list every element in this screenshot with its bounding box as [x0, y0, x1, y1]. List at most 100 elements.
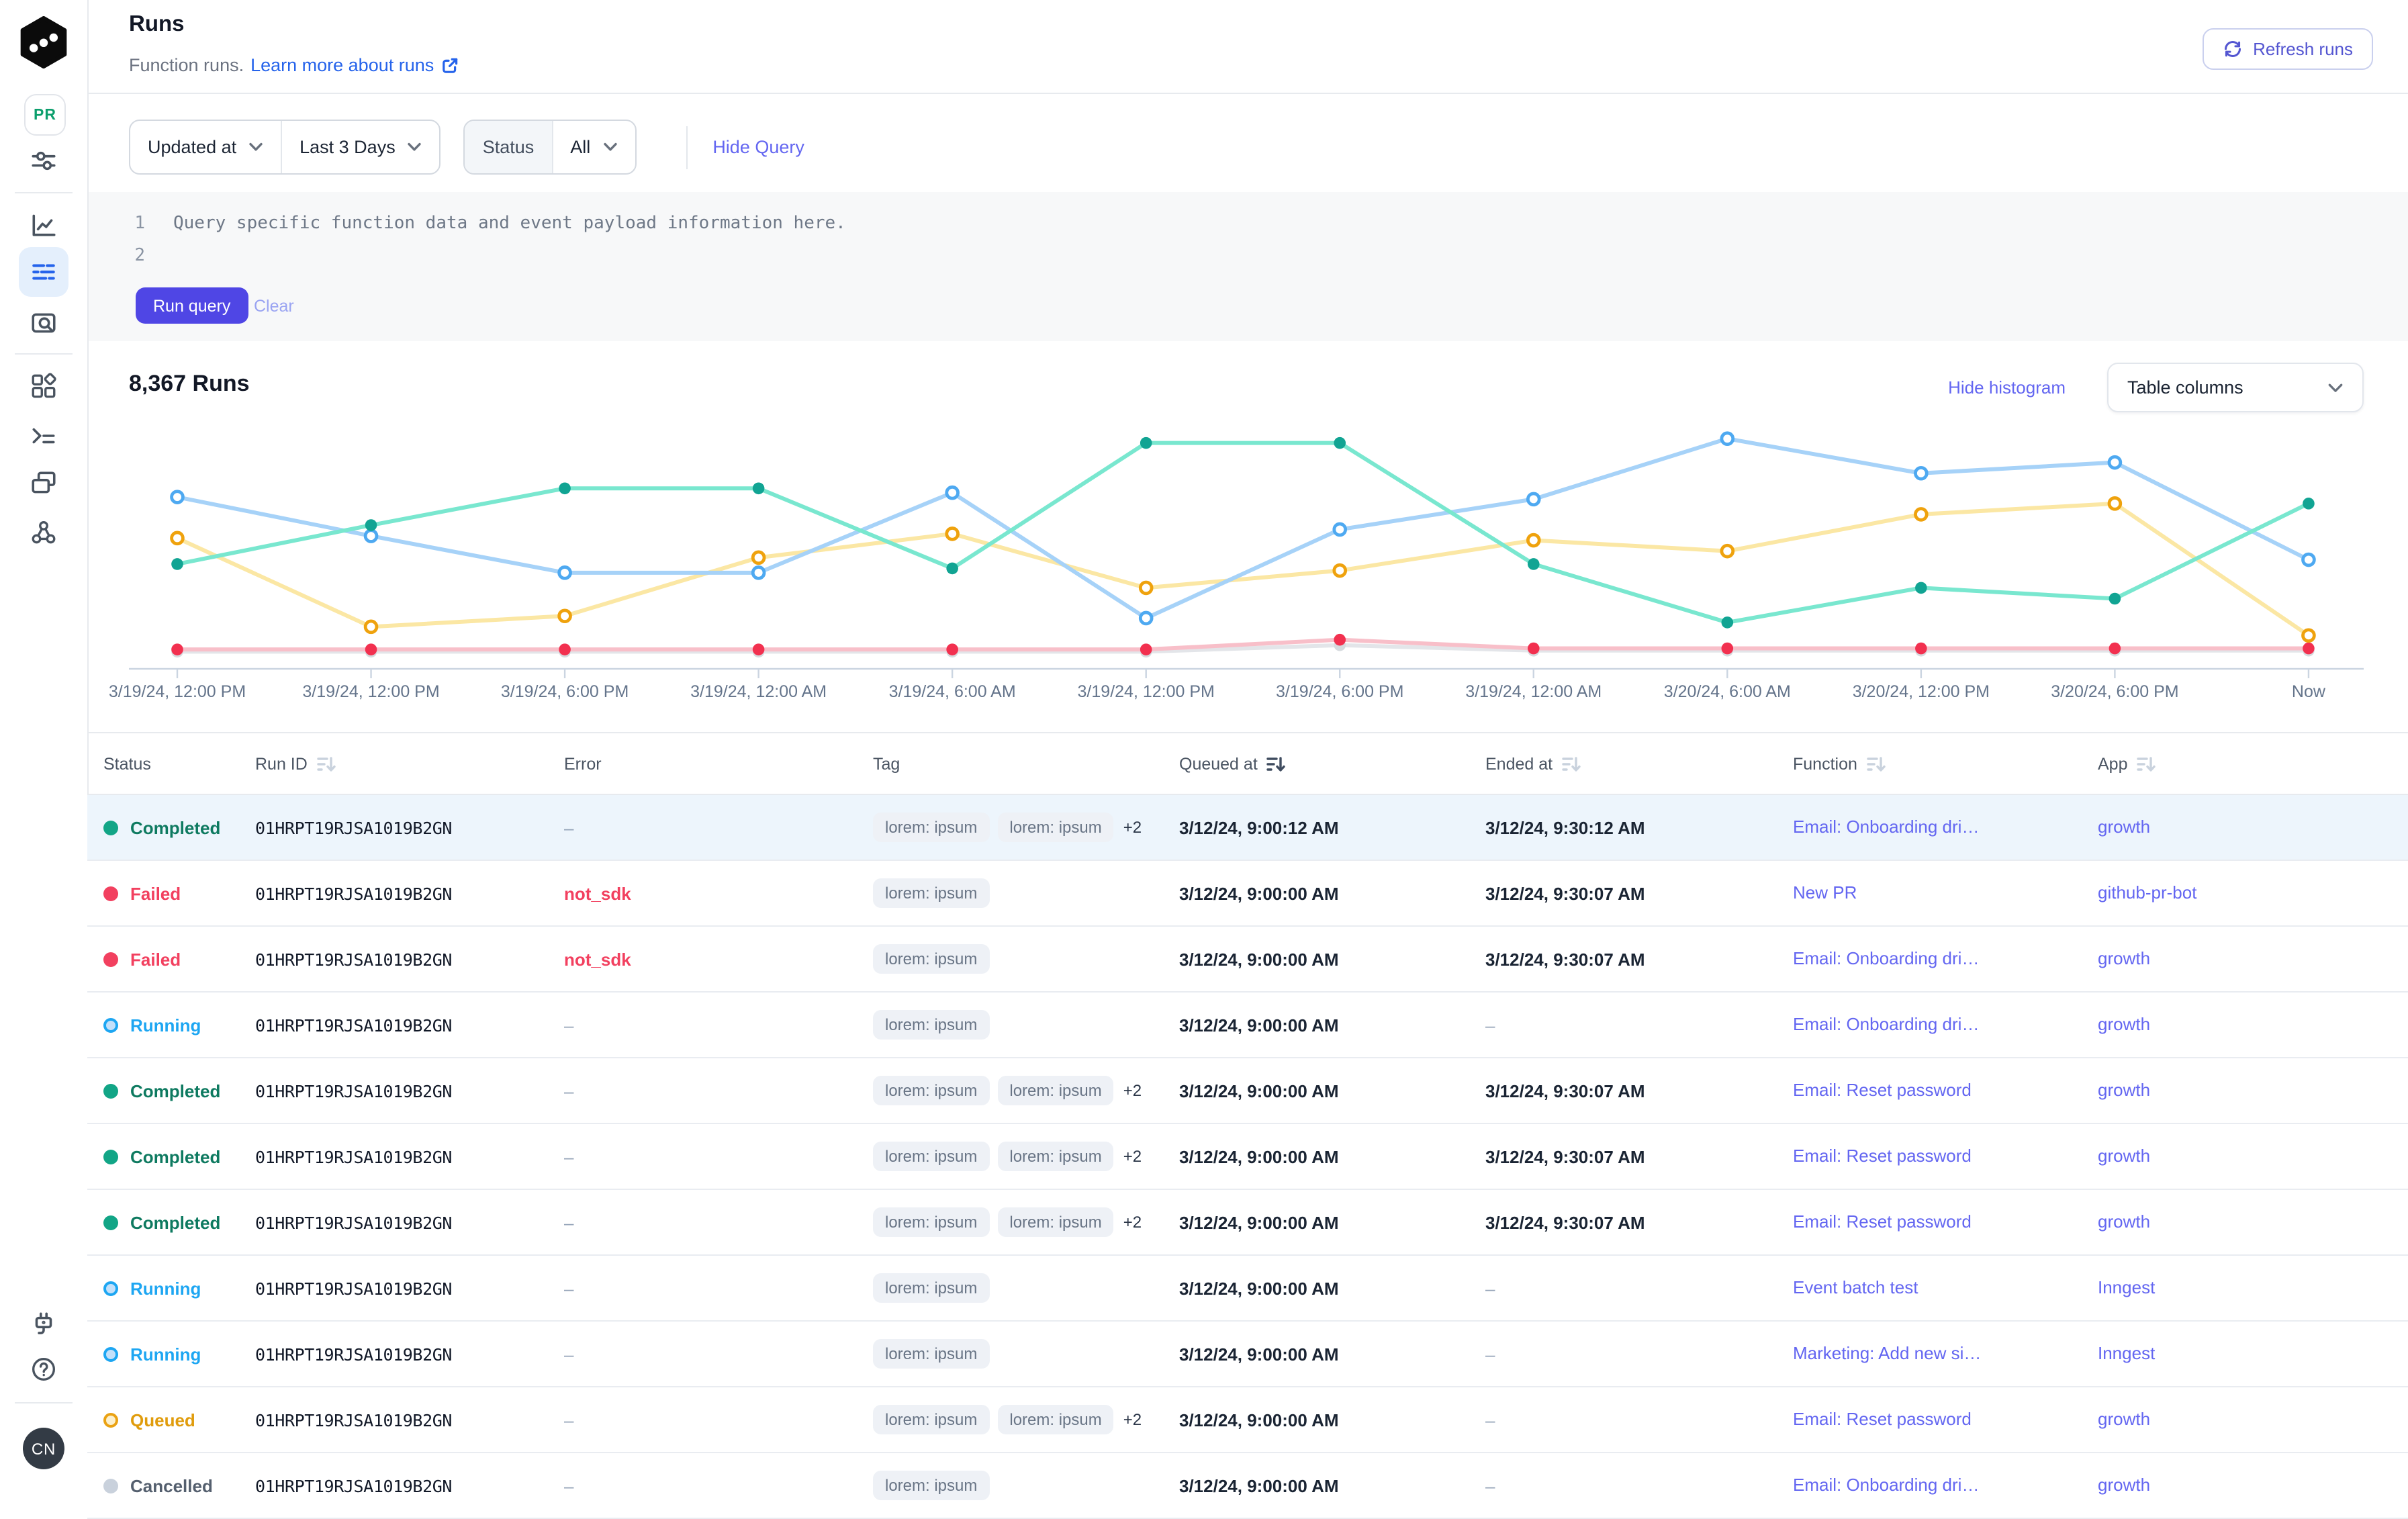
chart-point-running[interactable]	[2303, 554, 2315, 565]
sort-icon[interactable]	[1562, 754, 1581, 773]
function-link[interactable]: New PR	[1793, 882, 1857, 903]
app-link[interactable]: growth	[2098, 1211, 2150, 1232]
app-link[interactable]: growth	[2098, 1409, 2150, 1429]
column-header-queued-at[interactable]: Queued at	[1179, 754, 1485, 773]
function-link[interactable]: Email: Reset password	[1793, 1146, 1972, 1166]
clear-query-button[interactable]: Clear	[254, 287, 294, 324]
chart-point-queued[interactable]	[365, 621, 377, 633]
chart-point-failed[interactable]	[1722, 643, 1734, 655]
table-columns-dropdown[interactable]: Table columns	[2107, 363, 2364, 412]
hide-query-link[interactable]: Hide Query	[712, 137, 804, 157]
app-link[interactable]: growth	[2098, 948, 2150, 968]
chart-point-failed[interactable]	[1334, 634, 1346, 646]
chart-point-failed[interactable]	[1915, 643, 1927, 655]
chart-point-failed[interactable]	[2109, 643, 2121, 655]
hide-histogram-link[interactable]: Hide histogram	[1948, 377, 2066, 398]
query-editor[interactable]: 1 Query specific function data and event…	[89, 192, 2408, 341]
chart-point-queued[interactable]	[1915, 509, 1927, 520]
user-avatar[interactable]: CN	[23, 1428, 64, 1469]
learn-more-link[interactable]: Learn more about runs	[250, 55, 459, 75]
function-link[interactable]: Email: Reset password	[1793, 1409, 1972, 1429]
chart-point-completed[interactable]	[1140, 437, 1152, 449]
function-link[interactable]: Email: Onboarding dri…	[1793, 1475, 1979, 1495]
chart-point-completed[interactable]	[559, 482, 571, 494]
function-link[interactable]: Email: Reset password	[1793, 1211, 1972, 1232]
app-link[interactable]: growth	[2098, 1475, 2150, 1495]
chart-point-running[interactable]	[1140, 612, 1152, 624]
chart-point-queued[interactable]	[172, 533, 183, 544]
chart-point-queued[interactable]	[2109, 498, 2121, 509]
environment-badge[interactable]: PR	[24, 94, 66, 136]
filters-icon[interactable]	[30, 146, 58, 175]
refresh-runs-button[interactable]: Refresh runs	[2202, 28, 2373, 70]
status-filter-dropdown[interactable]: All	[551, 121, 635, 173]
chart-point-completed[interactable]	[946, 563, 958, 575]
app-link[interactable]: github-pr-bot	[2098, 882, 2196, 903]
function-link[interactable]: Email: Onboarding dri…	[1793, 1014, 1979, 1034]
chart-point-running[interactable]	[1528, 494, 1539, 505]
column-header-function[interactable]: Function	[1793, 754, 2098, 773]
table-row[interactable]: Completed 01HRPT19RJSA1019B2GN – lorem: …	[87, 1058, 2408, 1124]
chart-point-completed[interactable]	[2303, 498, 2315, 510]
chart-point-running[interactable]	[559, 567, 571, 578]
chart-point-completed[interactable]	[1915, 582, 1927, 594]
chart-point-queued[interactable]	[1140, 582, 1152, 594]
apps-icon[interactable]	[30, 372, 58, 400]
chart-point-queued[interactable]	[753, 552, 764, 563]
app-link[interactable]: growth	[2098, 1014, 2150, 1034]
chart-point-failed[interactable]	[559, 643, 571, 655]
chart-point-queued[interactable]	[947, 528, 958, 540]
chart-point-running[interactable]	[1915, 467, 1927, 479]
chart-point-failed[interactable]	[1140, 643, 1152, 655]
table-row[interactable]: Running 01HRPT19RJSA1019B2GN – lorem: ip…	[87, 1256, 2408, 1322]
table-row[interactable]: Completed 01HRPT19RJSA1019B2GN – lorem: …	[87, 1190, 2408, 1256]
chart-point-completed[interactable]	[1722, 616, 1734, 629]
sort-field-dropdown[interactable]: Updated at	[130, 121, 281, 173]
function-link[interactable]: Event batch test	[1793, 1277, 1918, 1297]
app-link[interactable]: growth	[2098, 817, 2150, 837]
table-row[interactable]: Failed 01HRPT19RJSA1019B2GN not_sdk lore…	[87, 927, 2408, 993]
chart-point-failed[interactable]	[171, 643, 183, 655]
table-row[interactable]: Queued 01HRPT19RJSA1019B2GN – lorem: ips…	[87, 1387, 2408, 1453]
help-icon[interactable]	[30, 1355, 58, 1383]
function-link[interactable]: Email: Onboarding dri…	[1793, 817, 1979, 837]
chart-point-completed[interactable]	[753, 482, 765, 494]
table-row[interactable]: Running 01HRPT19RJSA1019B2GN – lorem: ip…	[87, 1322, 2408, 1387]
chart-point-running[interactable]	[172, 492, 183, 503]
app-link[interactable]: growth	[2098, 1146, 2150, 1166]
run-query-button[interactable]: Run query	[136, 287, 248, 324]
chart-point-queued[interactable]	[1722, 545, 1733, 557]
chart-point-completed[interactable]	[2109, 593, 2121, 605]
chart-point-queued[interactable]	[2303, 630, 2315, 641]
chart-point-failed[interactable]	[365, 643, 377, 655]
chart-point-failed[interactable]	[946, 643, 958, 655]
sort-icon[interactable]	[317, 754, 336, 773]
table-row[interactable]: Failed 01HRPT19RJSA1019B2GN not_sdk lore…	[87, 861, 2408, 927]
table-row[interactable]: Cancelled 01HRPT19RJSA1019B2GN – lorem: …	[87, 1453, 2408, 1519]
column-header-run-id[interactable]: Run ID	[255, 754, 564, 773]
chart-point-completed[interactable]	[1334, 437, 1346, 449]
chart-point-queued[interactable]	[1528, 535, 1539, 546]
chart-point-running[interactable]	[947, 487, 958, 498]
table-row[interactable]: Completed 01HRPT19RJSA1019B2GN – lorem: …	[87, 1124, 2408, 1190]
table-row[interactable]: Running 01HRPT19RJSA1019B2GN – lorem: ip…	[87, 993, 2408, 1058]
chart-point-running[interactable]	[1722, 433, 1733, 445]
app-link[interactable]: Inngest	[2098, 1277, 2155, 1297]
chart-point-failed[interactable]	[2303, 643, 2315, 655]
chart-point-completed[interactable]	[1528, 558, 1540, 570]
sort-icon[interactable]	[1867, 754, 1886, 773]
chart-point-running[interactable]	[1334, 524, 1346, 535]
time-range-dropdown[interactable]: Last 3 Days	[281, 121, 440, 173]
chart-point-completed[interactable]	[365, 519, 377, 531]
function-link[interactable]: Marketing: Add new si…	[1793, 1343, 1981, 1363]
inngest-logo-icon[interactable]	[17, 16, 70, 68]
metrics-icon[interactable]	[30, 211, 58, 239]
table-row[interactable]: Completed 01HRPT19RJSA1019B2GN – lorem: …	[87, 795, 2408, 861]
chart-point-running[interactable]	[2109, 457, 2121, 468]
app-link[interactable]: Inngest	[2098, 1343, 2155, 1363]
chart-point-failed[interactable]	[753, 643, 765, 655]
sort-icon[interactable]	[1267, 754, 1286, 773]
chart-point-running[interactable]	[365, 531, 377, 542]
chart-point-running[interactable]	[753, 567, 764, 578]
chart-point-queued[interactable]	[1334, 565, 1346, 576]
